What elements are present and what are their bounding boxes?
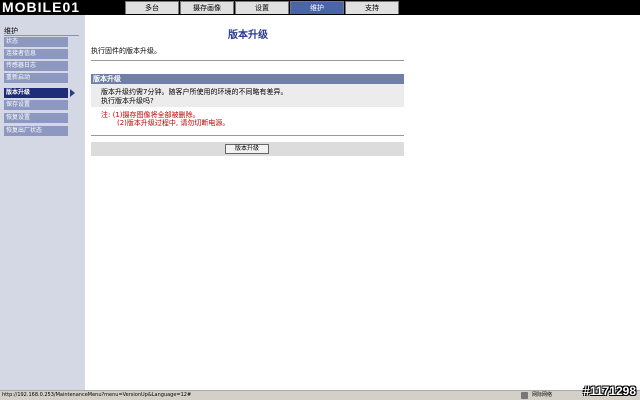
watermark: #1171298 bbox=[583, 384, 636, 398]
status-zone: 网际网络 bbox=[532, 392, 553, 398]
tab-stored-images[interactable]: 摄存画像 bbox=[180, 1, 234, 14]
tab-settings[interactable]: 设置 bbox=[235, 1, 289, 14]
sidebar-item-status[interactable]: 状态 bbox=[4, 37, 68, 47]
sidebar-divider bbox=[4, 35, 79, 36]
upgrade-question: 执行版本升级吗? bbox=[101, 97, 154, 105]
tab-maintenance[interactable]: 维护 bbox=[290, 1, 344, 14]
upgrade-button[interactable]: 版本升级 bbox=[225, 144, 269, 154]
page-description: 执行固件的版本升级。 bbox=[91, 47, 161, 55]
divider bbox=[91, 135, 404, 136]
internet-zone-icon bbox=[521, 392, 528, 399]
sidebar-item-restore-settings[interactable]: 恢复设置 bbox=[4, 113, 68, 123]
sidebar-item-sensor-log[interactable]: 传感器日志 bbox=[4, 61, 68, 71]
warning-note-2: (2)版本升级过程中, 请勿切断电源。 bbox=[117, 119, 230, 127]
sidebar: 维护 状态 连接者信息 传感器日志 重新启动 版本升级 保存设置 恢复设置 恢复… bbox=[0, 15, 85, 390]
status-url: http://192.168.0.253/MaintenanceMenu?men… bbox=[2, 392, 192, 398]
sidebar-item-connections[interactable]: 连接者信息 bbox=[4, 49, 68, 59]
sidebar-item-save-settings[interactable]: 保存设置 bbox=[4, 100, 68, 110]
section-header: 版本升级 bbox=[91, 74, 404, 84]
top-bar: MOBILE01 多台 摄存画像 设置 维护 支持 bbox=[0, 0, 640, 15]
status-bar: http://192.168.0.253/MaintenanceMenu?men… bbox=[0, 390, 640, 400]
tab-bar: 多台 摄存画像 设置 维护 支持 bbox=[125, 1, 400, 15]
active-arrow-icon bbox=[70, 89, 75, 97]
divider bbox=[91, 60, 404, 61]
tab-support[interactable]: 支持 bbox=[345, 1, 399, 14]
page-title: 版本升级 bbox=[228, 30, 268, 41]
tab-multi[interactable]: 多台 bbox=[125, 1, 179, 14]
logo: MOBILE01 bbox=[2, 0, 81, 15]
sidebar-item-restart[interactable]: 重新启动 bbox=[4, 73, 68, 83]
sidebar-item-factory-reset[interactable]: 恢复出厂状态 bbox=[4, 126, 68, 136]
sidebar-item-upgrade[interactable]: 版本升级 bbox=[4, 88, 68, 98]
